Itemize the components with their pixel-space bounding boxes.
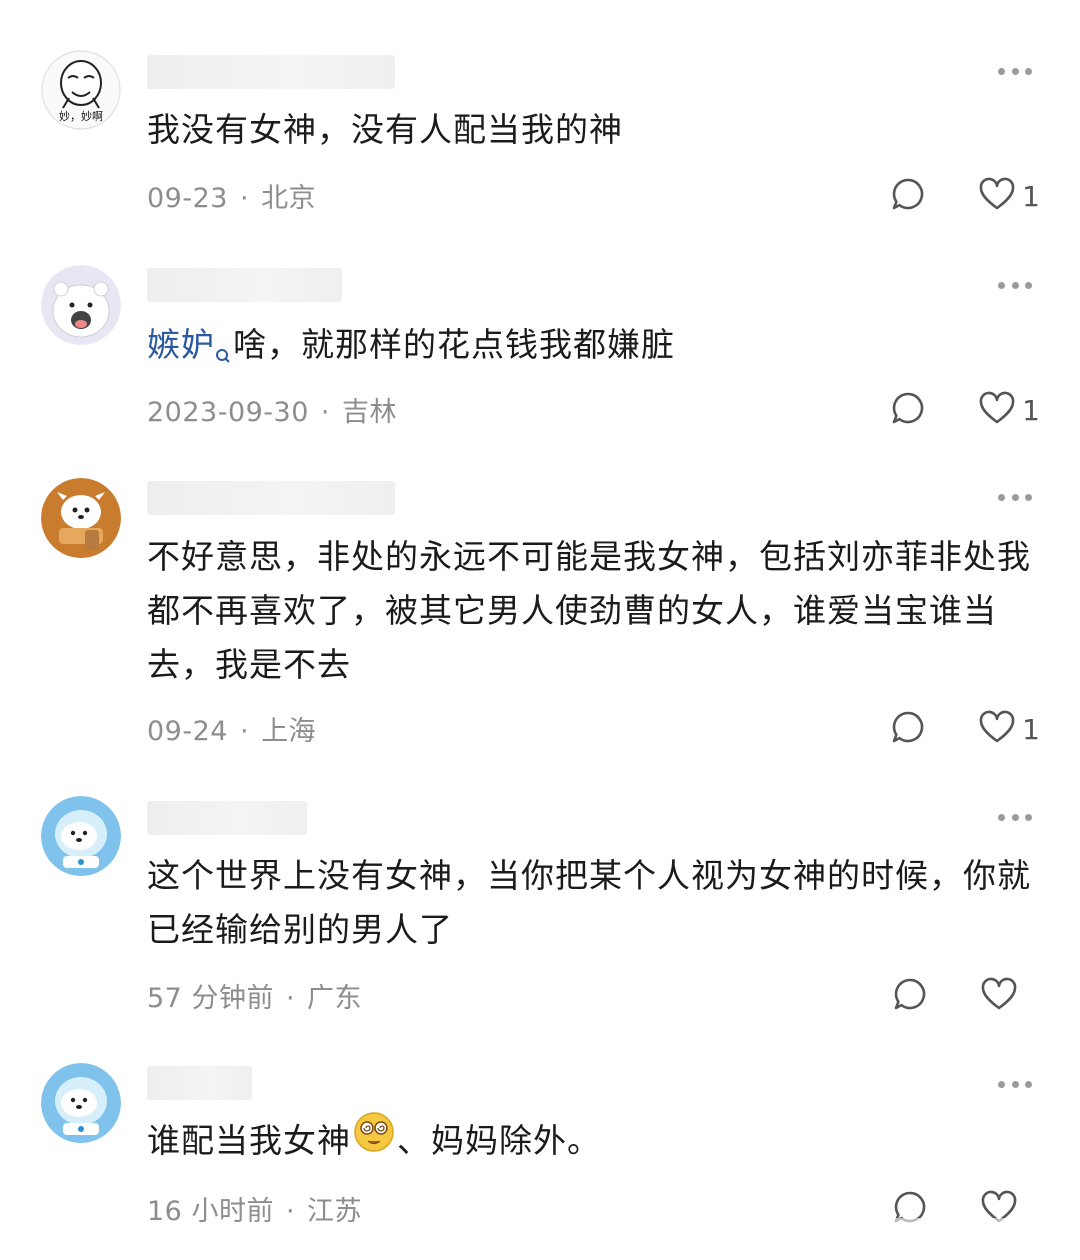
more-options-icon[interactable] [998, 280, 1032, 290]
comment-text: 我没有女神，没有人配当我的神 [147, 110, 623, 149]
avatar-caption: 妙，妙啊 [59, 110, 103, 123]
comment-location: 江苏 [307, 1196, 363, 1227]
meta-separator: · [320, 397, 331, 428]
avatar[interactable]: 妙，妙啊 [41, 50, 121, 130]
heart-icon[interactable] [978, 177, 1016, 215]
meta-separator: · [285, 983, 296, 1014]
comment-body: 啥，就那样的花点钱我都嫌脏 [233, 325, 675, 364]
comment-location: 北京 [261, 183, 317, 214]
meta-separator: · [239, 716, 250, 747]
username-redacted[interactable] [147, 801, 307, 835]
more-options-icon[interactable] [998, 66, 1032, 76]
comment-date: 09-24 [147, 716, 228, 747]
comment-body-start: 谁配当我女神 [147, 1121, 351, 1160]
dog-scarf-avatar-icon [41, 478, 121, 558]
like-count: 1 [1022, 393, 1040, 427]
reply-icon[interactable] [890, 176, 926, 216]
reply-icon[interactable] [890, 709, 926, 749]
username-redacted[interactable] [147, 268, 342, 302]
more-options-icon[interactable] [998, 1079, 1032, 1089]
comment-date: 2023-09-30 [147, 397, 309, 428]
avatar[interactable] [41, 265, 121, 345]
comment-body-end: 、妈妈除外。 [397, 1121, 601, 1160]
comment-location: 上海 [261, 716, 317, 747]
more-options-icon[interactable] [998, 812, 1032, 822]
username-redacted[interactable] [147, 481, 395, 515]
comment-meta: 16 小时前 · 江苏 [147, 1189, 362, 1228]
comment-text: 这个世界上没有女神，当你把某个人视为女神的时候，你就已经输给别的男人了 [147, 856, 1031, 949]
comment-meta: 57 分钟前 · 广东 [147, 976, 362, 1015]
dizzy-face-emoji-icon [353, 1111, 395, 1169]
watermark [878, 1218, 1074, 1252]
comment-location: 广东 [307, 983, 363, 1014]
comment-meta: 09-24 · 上海 [147, 709, 316, 748]
white-bear-avatar-icon [41, 265, 121, 345]
comment-actions: 1 [890, 709, 1040, 749]
reply-icon[interactable] [892, 976, 928, 1016]
comment-text: 谁配当我女神 、妈妈除外。 [147, 1111, 1037, 1169]
avatar[interactable] [41, 796, 121, 876]
like-count: 1 [1022, 712, 1040, 746]
comment-date: 09-23 [147, 183, 228, 214]
comment-text: 嫉妒 啥，就那样的花点钱我都嫌脏 [147, 318, 1037, 380]
comment-meta: 2023-09-30 · 吉林 [147, 390, 397, 429]
more-options-icon[interactable] [998, 492, 1032, 502]
comment-date: 57 分钟前 [147, 983, 274, 1014]
heart-icon[interactable] [980, 977, 1018, 1015]
like-count: 1 [1022, 179, 1040, 213]
meta-separator: · [239, 183, 250, 214]
search-icon [215, 326, 231, 380]
comment-meta: 09-23 · 北京 [147, 176, 316, 215]
mention-link[interactable]: 嫉妒 [147, 325, 233, 364]
reply-icon[interactable] [890, 390, 926, 430]
comment-text: 不好意思，非处的永远不可能是我女神，包括刘亦菲非处我都不再喜欢了，被其它男人使劲… [147, 537, 1031, 684]
astronaut-bear-avatar-icon [41, 796, 121, 876]
mention-text: 嫉妒 [147, 325, 215, 364]
comment-actions: 1 [890, 390, 1040, 430]
astronaut-bear-avatar-icon [41, 1063, 121, 1143]
comment-date: 16 小时前 [147, 1196, 274, 1227]
username-redacted[interactable] [147, 55, 395, 89]
avatar[interactable] [41, 1063, 121, 1143]
comment-actions [892, 976, 1036, 1016]
comment-location: 吉林 [342, 397, 398, 428]
meta-separator: · [285, 1196, 296, 1227]
heart-icon[interactable] [978, 710, 1016, 748]
heart-icon[interactable] [978, 391, 1016, 429]
avatar[interactable] [41, 478, 121, 558]
comment-actions: 1 [890, 176, 1040, 216]
username-redacted[interactable] [147, 1066, 252, 1100]
